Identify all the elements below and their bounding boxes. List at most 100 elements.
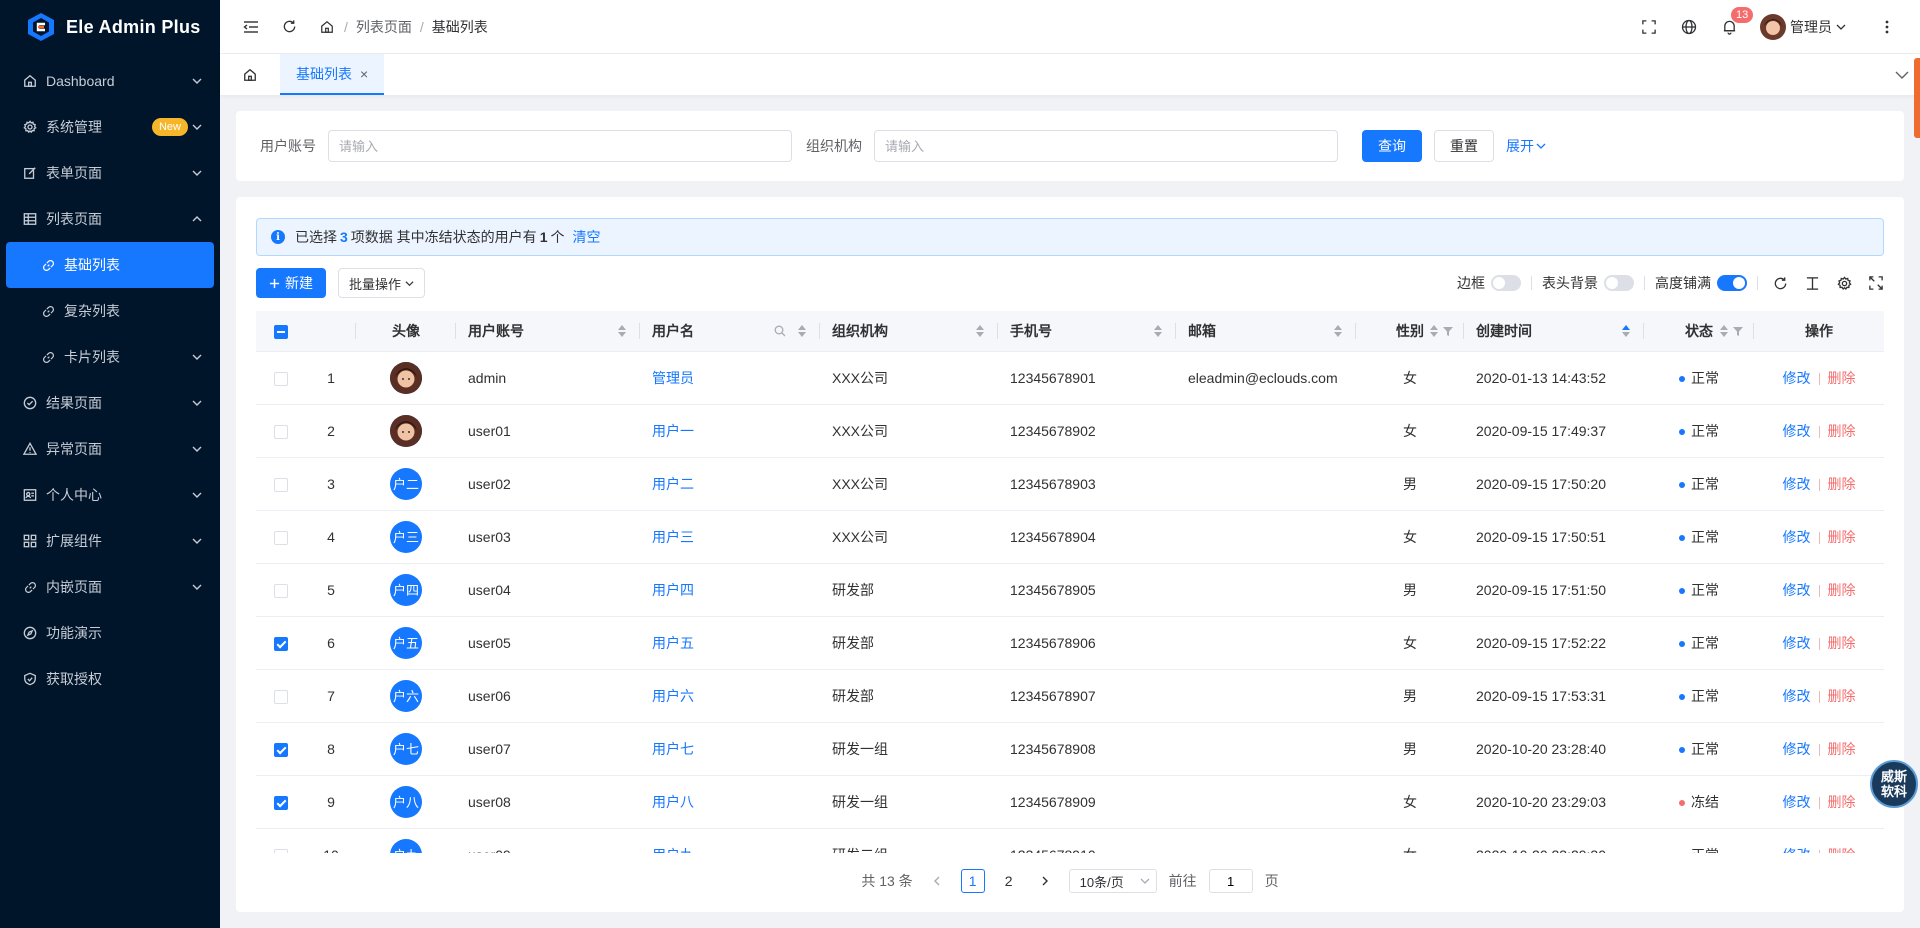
reset-button[interactable]: 重置: [1434, 130, 1494, 162]
header-account[interactable]: 用户账号: [456, 311, 640, 352]
table-row[interactable]: 10 户九 user09用户九研发二组12345678910 女2020-10-20 …: [256, 828, 1884, 853]
delete-button[interactable]: 删除: [1828, 794, 1856, 810]
next-page-chevron-icon[interactable]: [1033, 869, 1057, 893]
org-input[interactable]: [874, 130, 1338, 162]
sort-icon[interactable]: [976, 325, 984, 337]
sort-icon[interactable]: [1154, 325, 1162, 337]
goto-page-input[interactable]: [1208, 869, 1253, 893]
user-menu[interactable]: 管理员: [1760, 14, 1846, 40]
username-link[interactable]: 用户九: [640, 828, 820, 853]
table-row[interactable]: 9 户八 user08 用户八 研发一组 12345678909 女 2020-10-20 2…: [256, 775, 1884, 829]
table-row[interactable]: 1 admin 管理员 XXX公司 12345678901 eleadmin@ecloud…: [256, 351, 1884, 405]
header-username[interactable]: 用户名: [640, 311, 820, 352]
delete-button[interactable]: 删除: [1828, 582, 1856, 598]
sort-icon[interactable]: [1334, 325, 1342, 337]
column-settings-gear-icon[interactable]: [1836, 275, 1852, 291]
sidebar-item-9[interactable]: 个人中心: [0, 472, 220, 518]
table-row[interactable]: 5 户四 user04 用户四 研发部 12345678905 男 2020-09-15 17…: [256, 563, 1884, 617]
sidebar-item-5[interactable]: 复杂列表: [0, 288, 220, 334]
header-status[interactable]: 状态: [1644, 311, 1754, 352]
breadcrumb-item-list-pages[interactable]: 列表页面: [356, 17, 412, 37]
delete-button[interactable]: 删除: [1828, 741, 1856, 757]
username-link[interactable]: 管理员: [640, 351, 820, 405]
batch-actions-dropdown[interactable]: 批量操作: [338, 268, 426, 298]
brand[interactable]: Ele Admin Plus: [0, 0, 220, 54]
delete-button[interactable]: 删除: [1828, 476, 1856, 492]
table-row[interactable]: 6 户五 user05 用户五 研发部 12345678906 女 2020-09-15 17…: [256, 616, 1884, 670]
account-input[interactable]: [328, 130, 792, 162]
table-row[interactable]: 8 户七 user07 用户七 研发一组 12345678908 男 2020-10-20 2…: [256, 722, 1884, 776]
row-checkbox[interactable]: [274, 583, 288, 598]
row-checkbox[interactable]: [274, 742, 288, 757]
header-created-time[interactable]: 创建时间: [1464, 311, 1644, 352]
sidebar-item-7[interactable]: 结果页面: [0, 380, 220, 426]
table-refresh-icon[interactable]: [1772, 275, 1788, 291]
row-density-icon[interactable]: [1804, 275, 1820, 291]
tab-basic-list[interactable]: 基础列表 ×: [280, 54, 385, 95]
table-row[interactable]: 4 户三 user03 用户三 XXX公司 12345678904 女 2020-09-15 …: [256, 510, 1884, 564]
delete-button[interactable]: 删除: [1828, 423, 1856, 439]
select-all-checkbox[interactable]: [274, 324, 288, 339]
row-checkbox[interactable]: [274, 530, 288, 545]
column-search-icon[interactable]: [774, 325, 786, 337]
edit-button[interactable]: 修改: [1783, 741, 1811, 757]
refresh-icon[interactable]: [280, 18, 298, 36]
edit-button[interactable]: 修改: [1783, 688, 1811, 704]
edit-button[interactable]: 修改: [1783, 794, 1811, 810]
tabs-dropdown-chevron-icon[interactable]: [1894, 67, 1910, 83]
sidebar-item-11[interactable]: 内嵌页面: [0, 564, 220, 610]
expand-link[interactable]: 展开: [1506, 136, 1546, 156]
sidebar-item-13[interactable]: 获取授权: [0, 656, 220, 702]
username-link[interactable]: 用户二: [640, 457, 820, 511]
delete-button[interactable]: 删除: [1828, 370, 1856, 386]
page-size-select[interactable]: 10条/页: [1068, 869, 1157, 893]
sidebar-item-6[interactable]: 卡片列表: [0, 334, 220, 380]
header-phone[interactable]: 手机号: [998, 311, 1176, 352]
edit-button[interactable]: 修改: [1783, 476, 1811, 492]
edit-button[interactable]: 修改: [1783, 370, 1811, 386]
border-toggle[interactable]: [1491, 275, 1521, 291]
row-checkbox[interactable]: [274, 424, 288, 439]
row-checkbox[interactable]: [274, 689, 288, 704]
more-vertical-icon[interactable]: [1878, 18, 1896, 36]
collapse-menu-icon[interactable]: [242, 18, 260, 36]
table-row[interactable]: 3 户二 user02 用户二 XXX公司 12345678903 男 2020-09-15 …: [256, 457, 1884, 511]
sort-icon[interactable]: [798, 325, 806, 337]
sort-icon[interactable]: [618, 325, 626, 337]
sort-icon[interactable]: [1430, 325, 1438, 337]
delete-button[interactable]: 删除: [1828, 529, 1856, 545]
fill-height-toggle[interactable]: [1717, 275, 1747, 291]
row-checkbox[interactable]: [274, 795, 288, 810]
username-link[interactable]: 用户六: [640, 669, 820, 723]
edit-button[interactable]: 修改: [1783, 582, 1811, 598]
row-checkbox[interactable]: [274, 371, 288, 386]
fullscreen-icon[interactable]: [1640, 18, 1658, 36]
delete-button[interactable]: 删除: [1828, 847, 1856, 854]
tab-home[interactable]: [220, 54, 280, 95]
breadcrumb-home-icon[interactable]: [318, 18, 336, 36]
sidebar-item-2[interactable]: 表单页面: [0, 150, 220, 196]
username-link[interactable]: 用户四: [640, 563, 820, 617]
row-checkbox[interactable]: [274, 477, 288, 492]
sidebar-item-1[interactable]: 系统管理 New: [0, 104, 220, 150]
sort-icon[interactable]: [1720, 325, 1728, 337]
clear-selection-link[interactable]: 清空: [572, 227, 600, 247]
page-1-button[interactable]: 1: [960, 869, 985, 893]
row-checkbox[interactable]: [274, 636, 288, 651]
username-link[interactable]: 用户七: [640, 722, 820, 776]
table-row[interactable]: 2 user01 用户一 XXX公司 12345678902 女 2020-09-15 17…: [256, 404, 1884, 458]
sidebar-item-4[interactable]: 基础列表: [6, 242, 214, 288]
sidebar-item-3[interactable]: 列表页面: [0, 196, 220, 242]
edit-button[interactable]: 修改: [1783, 423, 1811, 439]
edit-button[interactable]: 修改: [1783, 847, 1811, 854]
language-globe-icon[interactable]: [1680, 18, 1698, 36]
filter-icon[interactable]: [1732, 325, 1744, 337]
row-checkbox[interactable]: [274, 848, 288, 853]
username-link[interactable]: 用户五: [640, 616, 820, 670]
sidebar-item-10[interactable]: 扩展组件: [0, 518, 220, 564]
header-org[interactable]: 组织机构: [820, 311, 998, 352]
header-bg-toggle[interactable]: [1604, 275, 1634, 291]
header-email[interactable]: 邮箱: [1176, 311, 1356, 352]
add-button[interactable]: 新建: [256, 268, 326, 298]
close-icon[interactable]: ×: [360, 66, 368, 82]
